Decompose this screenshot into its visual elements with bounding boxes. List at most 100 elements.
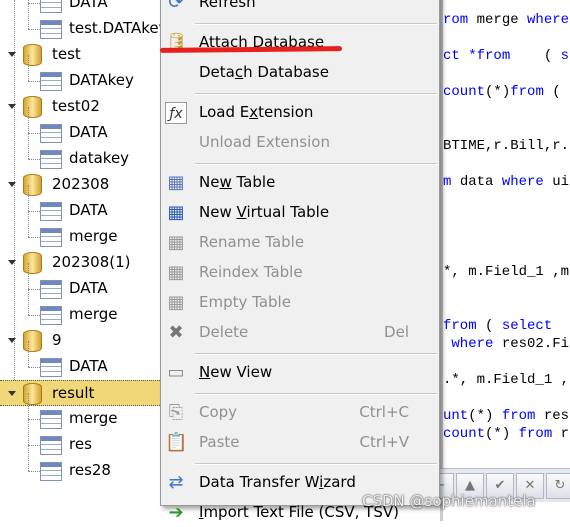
tree-table[interactable]: merge xyxy=(0,393,162,432)
tree-label: DATA xyxy=(69,201,108,219)
code-token: m xyxy=(443,174,460,190)
tree-table[interactable]: res xyxy=(0,419,162,458)
tree-connector xyxy=(28,289,29,315)
code-token: where xyxy=(501,174,544,190)
tree-table[interactable]: test.DATAkey xyxy=(0,3,167,42)
copy-icon: ⎘ xyxy=(168,402,184,423)
code-token: .*, m.Field_1 , xyxy=(443,372,570,388)
code-token: (*) xyxy=(485,84,511,100)
expand-arrow-icon[interactable] xyxy=(8,52,16,57)
tree-database[interactable]: 9 xyxy=(0,328,162,354)
menu-item-delete[interactable]: ✖ Delete Del xyxy=(161,319,439,347)
table-icon xyxy=(40,436,62,455)
tree-label: datakey xyxy=(69,149,130,167)
menu-item-detach-database[interactable]: Detach Database xyxy=(161,59,439,87)
tree-connector xyxy=(28,159,40,160)
tree-table[interactable]: DATAkey xyxy=(0,55,162,94)
tree-table[interactable]: merge xyxy=(0,289,162,328)
new-table-icon: ▦ xyxy=(167,172,185,193)
code-token: res xyxy=(535,408,570,424)
tree-table[interactable]: DATA xyxy=(0,263,162,302)
code-line: from ( select xyxy=(443,318,552,334)
empty-table-icon: ▦ xyxy=(167,292,185,313)
menu-item-reindex-table[interactable]: ▦ Reindex Table xyxy=(161,259,439,287)
tree-label: merge xyxy=(69,305,118,323)
table-icon xyxy=(40,462,62,481)
code-line: where res02.Fi xyxy=(443,336,569,352)
menu-item-new-view[interactable]: ▭ New View xyxy=(161,359,439,387)
code-line: m data where ui xyxy=(443,174,569,190)
expand-arrow-icon[interactable] xyxy=(8,104,16,109)
tree-connector xyxy=(28,341,29,367)
tree-table[interactable]: datakey xyxy=(0,133,162,172)
tree-label: merge xyxy=(69,409,118,427)
expand-arrow-icon[interactable] xyxy=(8,391,16,396)
menu-item-attach-database[interactable]: 🛢 Attach Database xyxy=(161,29,439,57)
code-line: count(*)from ( xyxy=(443,84,561,100)
tree-label: test.DATAkey xyxy=(69,19,168,37)
code-token: count xyxy=(443,84,486,100)
menu-separator xyxy=(195,93,437,95)
code-line: unt(*) from res xyxy=(443,408,569,424)
menu-item-rename-table[interactable]: ▦ Rename Table xyxy=(161,229,439,257)
tree-table[interactable]: DATA xyxy=(0,0,162,16)
database-icon xyxy=(23,330,42,352)
menu-item-empty-table[interactable]: ▦ Empty Table xyxy=(161,289,439,317)
tree-database[interactable]: 202308 xyxy=(0,172,162,198)
tree-database[interactable]: test xyxy=(0,42,162,68)
rename-table-icon: ▦ xyxy=(167,232,185,253)
table-icon xyxy=(40,280,62,299)
code-line: *, m.Field_1 ,m xyxy=(443,264,569,280)
menu-item-copy[interactable]: ⎘ Copy Ctrl+C xyxy=(161,399,439,427)
database-icon xyxy=(23,383,42,405)
tree-label: 202308(1) xyxy=(52,253,131,271)
code-token: BTIME,r.Bill,r. xyxy=(443,138,570,154)
tree-connector xyxy=(28,3,29,29)
tree-table[interactable]: DATA xyxy=(0,107,162,146)
tree-connector xyxy=(28,81,40,82)
code-token: (*) xyxy=(468,408,502,424)
tree-database[interactable]: result xyxy=(0,380,162,406)
menu-item-label: New Table xyxy=(199,173,276,191)
mnemonic-letter: w xyxy=(219,173,232,191)
mnemonic-letter: N xyxy=(199,363,211,381)
tree-connector xyxy=(28,133,40,134)
menu-item-refresh[interactable]: ⟳ Refresh xyxy=(161,0,439,17)
menu-item-new-table[interactable]: ▦ New Table xyxy=(161,169,439,197)
database-tree[interactable]: DATA test.DATAkey test DATAkey test02 DATA dat… xyxy=(0,0,167,521)
code-token: unt xyxy=(443,408,469,424)
code-token: data xyxy=(459,174,502,190)
tree-label: merge xyxy=(69,227,118,245)
expand-arrow-icon[interactable] xyxy=(8,260,16,265)
menu-item-load-extension[interactable]: ƒx Load Extension xyxy=(161,99,439,127)
menu-item-new-virtual-table[interactable]: ▦ New Virtual Table xyxy=(161,199,439,227)
menu-item-unload-extension[interactable]: Unload Extension xyxy=(161,129,439,157)
tree-table[interactable]: DATA xyxy=(0,341,162,380)
table-icon xyxy=(40,20,62,39)
menu-item-label: Empty Table xyxy=(199,293,291,311)
menu-item-paste[interactable]: 📋 Paste Ctrl+V xyxy=(161,429,439,457)
table-icon xyxy=(40,306,62,325)
tree-connector xyxy=(28,107,29,133)
tree-database[interactable]: 202308(1) xyxy=(0,250,162,276)
menu-separator xyxy=(195,23,437,25)
mnemonic-letter: c xyxy=(234,63,244,81)
tree-table[interactable]: merge xyxy=(0,211,162,250)
new-virtual-table-icon: ▦ xyxy=(167,202,185,223)
refresh-button[interactable]: ↻ xyxy=(546,473,570,499)
code-token: from xyxy=(510,84,544,100)
tree-connector xyxy=(28,29,40,30)
mnemonic-letter: i xyxy=(319,473,324,491)
code-token: ( xyxy=(543,84,561,100)
code-token: from xyxy=(476,48,511,64)
table-icon xyxy=(40,72,62,91)
expand-arrow-icon[interactable] xyxy=(8,182,16,187)
tree-label: 9 xyxy=(52,331,62,349)
tree-connector xyxy=(28,289,40,290)
tree-table[interactable]: DATA xyxy=(0,185,162,224)
tree-database[interactable]: test02 xyxy=(0,94,162,120)
expand-arrow-icon[interactable] xyxy=(8,338,16,343)
sql-editor[interactable]: rom merge where ct *from ( s count(*)from … xyxy=(440,0,570,521)
tree-label: DATA xyxy=(69,0,108,11)
tree-table[interactable]: res28 xyxy=(0,445,162,484)
